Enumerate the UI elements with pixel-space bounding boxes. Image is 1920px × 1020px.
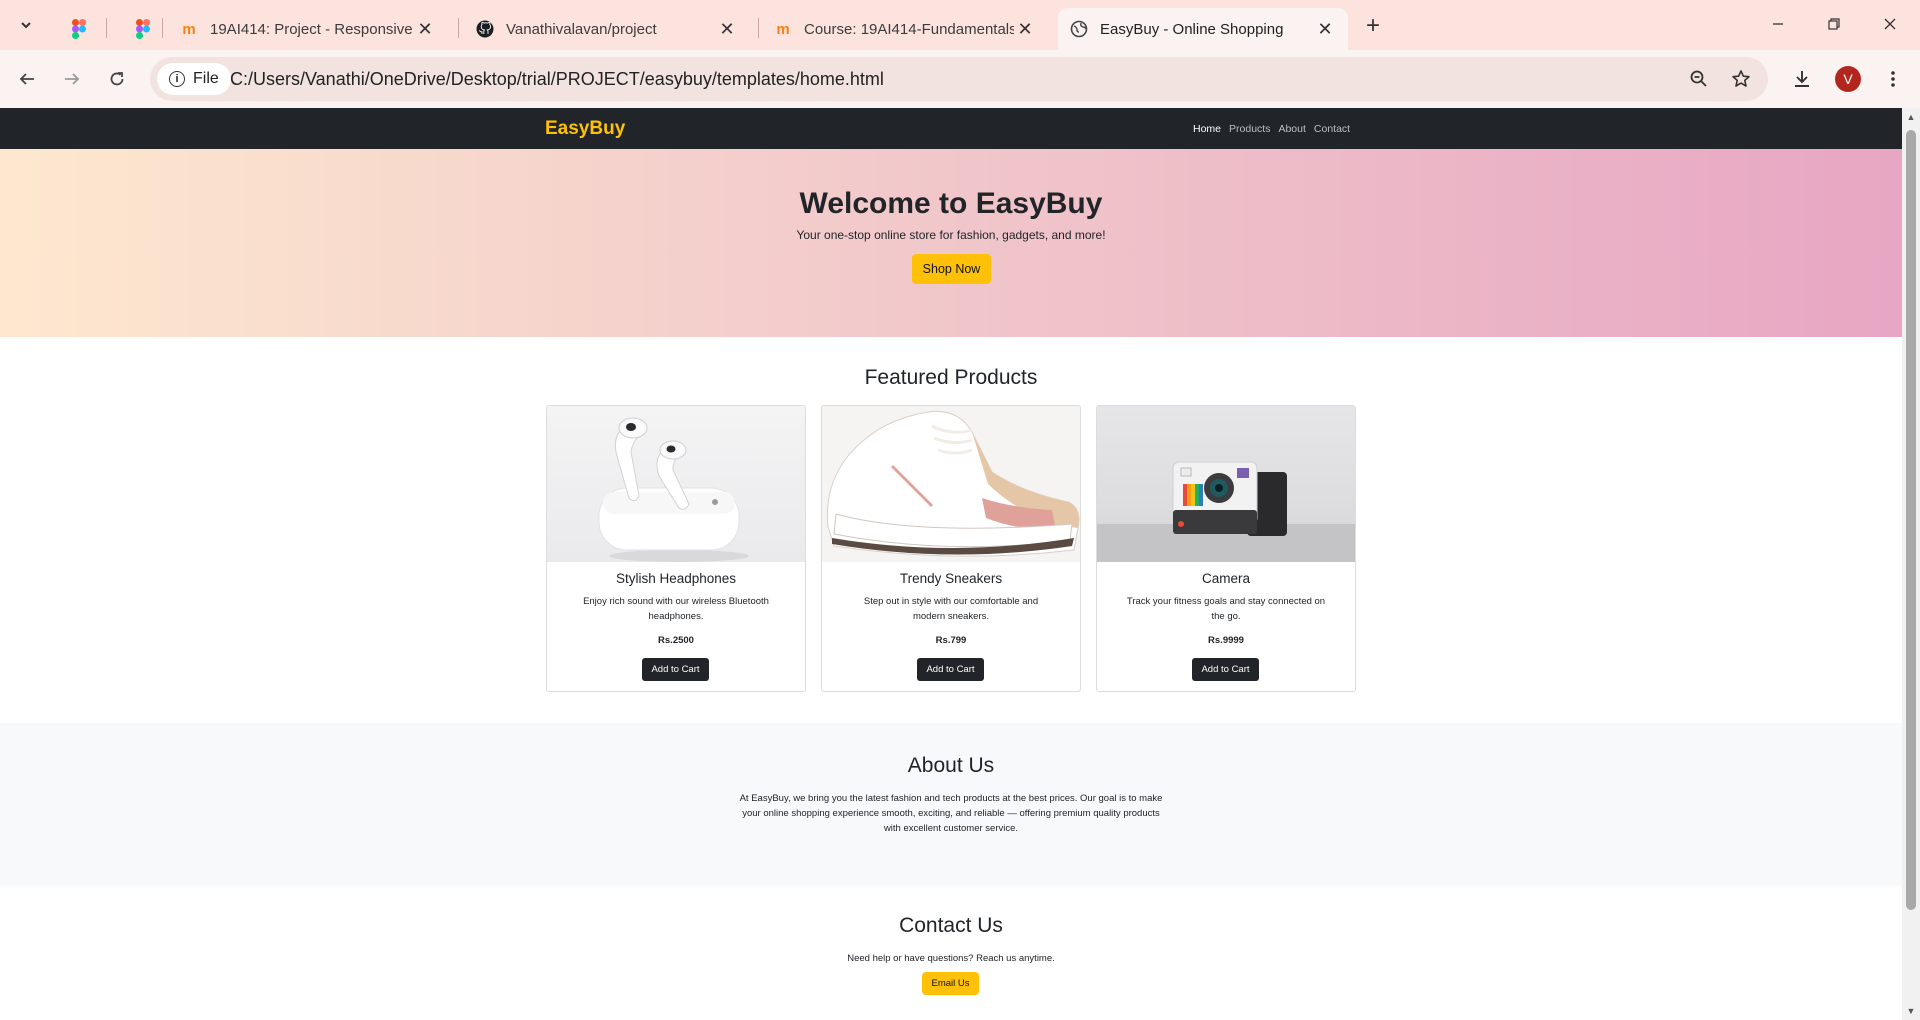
- close-icon[interactable]: ✕: [716, 18, 738, 40]
- about-section: About Us At EasyBuy, we bring you the la…: [0, 723, 1902, 886]
- product-price: Rs.2500: [658, 635, 694, 646]
- tab-title: Course: 19AI414-Fundamentals: [804, 20, 1014, 38]
- github-icon: [476, 20, 494, 38]
- site-chip-label: File: [193, 70, 219, 87]
- product-description: Track your fitness goals and stay connec…: [1126, 596, 1326, 622]
- tab-separator: [162, 18, 163, 38]
- product-card: Trendy Sneakers Step out in style with o…: [821, 405, 1081, 692]
- arrow-right-icon: [65, 73, 80, 85]
- plus-icon: +: [1365, 12, 1380, 39]
- product-name: Camera: [1201, 571, 1250, 586]
- nav-link-home[interactable]: Home: [1193, 123, 1221, 135]
- forward-button[interactable]: [55, 62, 89, 96]
- product-price: Rs.9999: [1208, 635, 1244, 646]
- info-icon: i: [169, 71, 185, 87]
- nav-link-about[interactable]: About: [1278, 123, 1305, 135]
- scrollbar-thumb[interactable]: [1906, 130, 1916, 910]
- more-vert-icon: [1891, 71, 1895, 87]
- add-to-cart-button[interactable]: Add to Cart: [1192, 658, 1259, 681]
- reload-icon: [110, 72, 124, 86]
- close-icon[interactable]: ✕: [1014, 18, 1036, 40]
- profile-avatar[interactable]: V: [1835, 66, 1861, 92]
- tab-easybuy[interactable]: EasyBuy - Online Shopping ✕: [1058, 8, 1348, 50]
- product-image-headphones: [547, 406, 805, 562]
- zoom-icon[interactable]: [1687, 67, 1711, 91]
- about-title: About Us: [907, 754, 995, 777]
- contact-section: Contact Us Need help or have questions? …: [0, 886, 1902, 1020]
- tab-project-responsive[interactable]: m 19AI414: Project - Responsive W ✕: [168, 8, 448, 50]
- contact-title: Contact Us: [899, 914, 1003, 937]
- tab-title: 19AI414: Project - Responsive W: [210, 20, 414, 38]
- site-info-chip[interactable]: i File: [157, 63, 231, 95]
- add-to-cart-button[interactable]: Add to Cart: [642, 658, 709, 681]
- tab-search-button[interactable]: [10, 10, 42, 40]
- page-viewport: EasyBuy Home Products About Contact Welc…: [0, 108, 1902, 1020]
- tab-separator: [458, 18, 459, 38]
- about-text: At EasyBuy, we bring you the latest fash…: [739, 793, 1163, 834]
- tab-github-project[interactable]: Vanathivalavan/project ✕: [464, 8, 750, 50]
- product-description: Step out in style with our comfortable a…: [863, 596, 1039, 622]
- shop-now-button[interactable]: Shop Now: [912, 254, 991, 284]
- download-icon: [1795, 71, 1809, 87]
- address-bar[interactable]: i File C:/Users/Vanathi/OneDrive/Desktop…: [150, 57, 1768, 101]
- back-button[interactable]: [10, 62, 44, 96]
- email-us-button[interactable]: Email Us: [922, 972, 979, 995]
- product-name: Stylish Headphones: [615, 571, 737, 586]
- reload-button[interactable]: [100, 62, 134, 96]
- add-to-cart-button[interactable]: Add to Cart: [917, 658, 984, 681]
- moodle-icon: m: [776, 20, 790, 38]
- new-tab-button[interactable]: +: [1358, 11, 1388, 41]
- chevron-down-icon: [21, 22, 31, 29]
- menu-button[interactable]: [1877, 63, 1909, 95]
- minimize-button[interactable]: [1758, 8, 1798, 40]
- hero-subtitle: Your one-stop online store for fashion, …: [796, 228, 1106, 242]
- nav-link-products[interactable]: Products: [1229, 123, 1270, 135]
- tab-course-fundamentals[interactable]: m Course: 19AI414-Fundamentals ✕: [762, 8, 1048, 50]
- figma-icon: [134, 19, 152, 39]
- contact-text: Need help or have questions? Reach us an…: [847, 953, 1055, 964]
- tab-separator: [106, 18, 107, 38]
- page-scrollbar[interactable]: ▲ ▼: [1902, 108, 1920, 1020]
- browser-toolbar: i File C:/Users/Vanathi/OneDrive/Desktop…: [0, 50, 1920, 108]
- restore-button[interactable]: [1814, 8, 1854, 40]
- tab-title: Vanathivalavan/project: [506, 20, 657, 38]
- brand-logo[interactable]: EasyBuy: [545, 118, 625, 140]
- url-text[interactable]: C:/Users/Vanathi/OneDrive/Desktop/trial/…: [230, 69, 884, 90]
- hero-section: Welcome to EasyBuy Your one-stop online …: [0, 149, 1902, 337]
- scroll-up-icon[interactable]: ▲: [1906, 112, 1916, 122]
- moodle-icon: m: [182, 20, 196, 38]
- nav-links: Home Products About Contact: [1193, 123, 1350, 135]
- product-card: Camera Track your fitness goals and stay…: [1096, 405, 1356, 692]
- product-image-camera: [1097, 406, 1355, 562]
- hero-title: Welcome to EasyBuy: [799, 187, 1103, 220]
- tab-figma-1[interactable]: [58, 8, 94, 50]
- tab-separator: [758, 18, 759, 38]
- nav-link-contact[interactable]: Contact: [1314, 123, 1350, 135]
- close-icon[interactable]: ✕: [1314, 18, 1336, 40]
- downloads-button[interactable]: [1786, 63, 1818, 95]
- close-icon[interactable]: ✕: [414, 18, 436, 40]
- globe-icon: [1070, 20, 1088, 38]
- close-window-button[interactable]: [1870, 8, 1910, 40]
- product-name: Trendy Sneakers: [899, 571, 1003, 586]
- site-navbar: EasyBuy Home Products About Contact: [0, 108, 1902, 149]
- minimize-icon: [1773, 23, 1783, 25]
- browser-tab-bar: m 19AI414: Project - Responsive W ✕ Vana…: [0, 0, 1920, 50]
- arrow-left-icon: [19, 73, 34, 85]
- featured-products-title: Featured Products: [864, 366, 1038, 389]
- restore-icon: [1828, 18, 1840, 30]
- product-image-sneakers: [822, 406, 1080, 562]
- scroll-down-icon[interactable]: ▼: [1906, 1006, 1916, 1016]
- close-icon: [1884, 18, 1896, 30]
- product-card: Stylish Headphones Enjoy rich sound with…: [546, 405, 806, 692]
- product-description: Enjoy rich sound with our wireless Bluet…: [583, 596, 769, 622]
- product-price: Rs.799: [935, 635, 967, 646]
- tab-figma-2[interactable]: [122, 8, 158, 50]
- figma-icon: [70, 19, 88, 39]
- bookmark-star-icon[interactable]: [1729, 67, 1753, 91]
- tab-title: EasyBuy - Online Shopping: [1100, 20, 1284, 38]
